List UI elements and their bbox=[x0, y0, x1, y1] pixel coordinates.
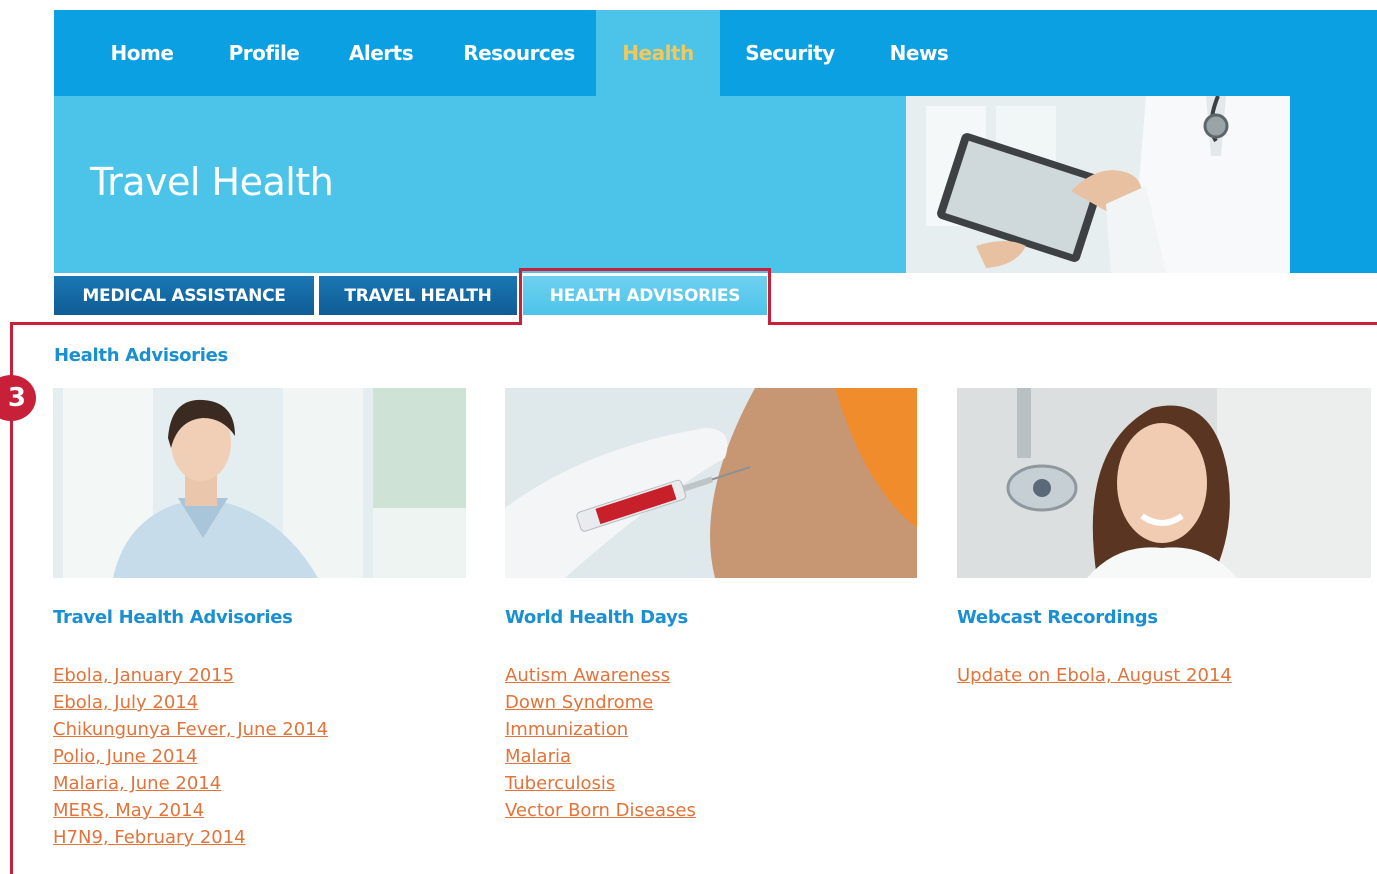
nav-resources[interactable]: Resources bbox=[462, 10, 576, 96]
nav-profile[interactable]: Profile bbox=[224, 10, 304, 96]
link-malaria[interactable]: Malaria bbox=[505, 746, 571, 767]
doctor-tablet-illustration bbox=[906, 96, 1290, 273]
link-tuberculosis[interactable]: Tuberculosis bbox=[505, 773, 615, 794]
nav-news[interactable]: News bbox=[884, 10, 954, 96]
link-malaria-june-2014[interactable]: Malaria, June 2014 bbox=[53, 773, 221, 794]
advisories-link-list: Ebola, January 2015 Ebola, July 2014 Chi… bbox=[53, 662, 328, 851]
link-autism-awareness[interactable]: Autism Awareness bbox=[505, 665, 670, 686]
tab-health-advisories[interactable]: HEALTH ADVISORIES bbox=[523, 276, 767, 315]
annotation-frame-top bbox=[519, 268, 771, 271]
column-title-webcast-recordings: Webcast Recordings bbox=[957, 607, 1158, 628]
link-update-on-ebola[interactable]: Update on Ebola, August 2014 bbox=[957, 665, 1232, 686]
annotation-frame-right bbox=[768, 268, 771, 325]
hero-banner: Travel Health bbox=[54, 96, 1377, 273]
main-nav: Home Profile Alerts Resources Health Sec… bbox=[54, 10, 1377, 96]
page-title: Travel Health bbox=[90, 160, 334, 204]
link-immunization[interactable]: Immunization bbox=[505, 719, 628, 740]
link-down-syndrome[interactable]: Down Syndrome bbox=[505, 692, 653, 713]
banner-edge bbox=[1290, 96, 1377, 273]
link-h7n9[interactable]: H7N9, February 2014 bbox=[53, 827, 246, 848]
nav-security[interactable]: Security bbox=[744, 10, 836, 96]
annotation-badge: 3 bbox=[0, 375, 36, 421]
health-days-link-list: Autism Awareness Down Syndrome Immunizat… bbox=[505, 662, 696, 824]
nav-health[interactable]: Health bbox=[596, 10, 720, 96]
link-polio[interactable]: Polio, June 2014 bbox=[53, 746, 197, 767]
tab-medical-assistance[interactable]: MEDICAL ASSISTANCE bbox=[54, 276, 314, 315]
section-heading: Health Advisories bbox=[54, 345, 228, 366]
annotation-line-left bbox=[10, 322, 522, 325]
column-title-world-health-days: World Health Days bbox=[505, 607, 688, 628]
annotation-line-right bbox=[768, 322, 1377, 325]
nav-home[interactable]: Home bbox=[100, 10, 184, 96]
link-mers[interactable]: MERS, May 2014 bbox=[53, 800, 204, 821]
link-vector-born-diseases[interactable]: Vector Born Diseases bbox=[505, 800, 696, 821]
vaccination-photo bbox=[505, 388, 917, 578]
link-chikungunya-fever[interactable]: Chikungunya Fever, June 2014 bbox=[53, 719, 328, 740]
column-title-travel-health-advisories: Travel Health Advisories bbox=[53, 607, 293, 628]
link-ebola-july-2014[interactable]: Ebola, July 2014 bbox=[53, 692, 198, 713]
doctor-tablet-photo bbox=[906, 96, 1290, 273]
tab-travel-health[interactable]: TRAVEL HEALTH bbox=[319, 276, 517, 315]
nurse-photo bbox=[53, 388, 466, 578]
webcast-link-list: Update on Ebola, August 2014 bbox=[957, 662, 1232, 689]
link-ebola-january-2015[interactable]: Ebola, January 2015 bbox=[53, 665, 234, 686]
dentist-photo bbox=[957, 388, 1371, 578]
nav-alerts[interactable]: Alerts bbox=[346, 10, 416, 96]
annotation-frame-left bbox=[519, 268, 522, 325]
